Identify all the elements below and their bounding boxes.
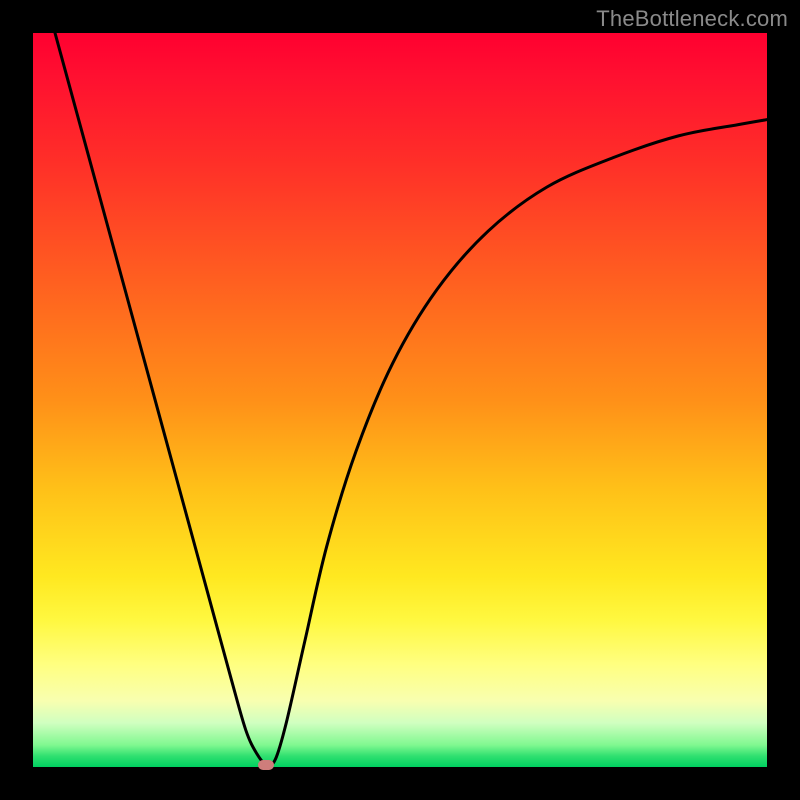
chart-frame: TheBottleneck.com	[0, 0, 800, 800]
bottleneck-curve	[33, 33, 767, 767]
optimum-marker	[258, 760, 274, 770]
watermark-text: TheBottleneck.com	[596, 6, 788, 32]
plot-area	[33, 33, 767, 767]
